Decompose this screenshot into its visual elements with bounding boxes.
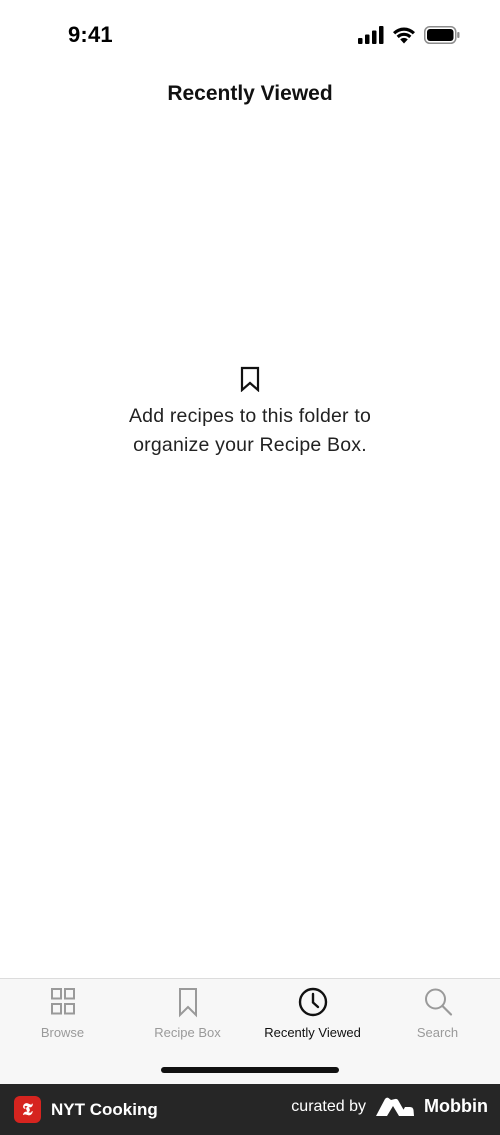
tabs: Browse Recipe Box Recently Viewed Search bbox=[0, 979, 500, 1049]
grid-icon bbox=[50, 988, 75, 1015]
tab-search-label: Search bbox=[416, 1025, 459, 1040]
cellular-signal-icon bbox=[358, 26, 384, 44]
wifi-icon bbox=[393, 27, 415, 44]
footer-curated: curated by Mobbin bbox=[291, 1096, 488, 1117]
brand-name: Mobbin bbox=[424, 1096, 488, 1116]
battery-icon bbox=[424, 26, 460, 44]
tab-recently-viewed[interactable]: Recently Viewed bbox=[250, 979, 375, 1049]
tab-recipe-box-label: Recipe Box bbox=[154, 1025, 221, 1040]
mobbin-logo-icon bbox=[376, 1097, 415, 1116]
nyt-cooking-logo-icon: 𝕿 bbox=[14, 1096, 41, 1123]
tab-browse[interactable]: Browse bbox=[0, 979, 125, 1049]
empty-state-line-2: organize your Recipe Box. bbox=[133, 434, 367, 456]
tab-recipe-box[interactable]: Recipe Box bbox=[125, 979, 250, 1049]
empty-state-message: Add recipes to this folder to organize y… bbox=[0, 402, 500, 460]
tab-recently-viewed-label: Recently Viewed bbox=[264, 1025, 361, 1040]
clock-icon bbox=[298, 987, 327, 1017]
footer-app: 𝕿 NYT Cooking bbox=[14, 1096, 158, 1123]
bookmark-icon bbox=[240, 366, 260, 392]
page-title: Recently Viewed bbox=[167, 82, 333, 105]
tab-bar: Browse Recipe Box Recently Viewed Search bbox=[0, 978, 500, 1084]
tab-search[interactable]: Search bbox=[375, 979, 500, 1049]
empty-state: Add recipes to this folder to organize y… bbox=[0, 366, 500, 460]
status-time: 9:41 bbox=[68, 22, 113, 47]
empty-state-line-1: Add recipes to this folder to bbox=[128, 405, 372, 427]
tab-browse-label: Browse bbox=[40, 1025, 85, 1040]
curated-by-text: curated by bbox=[291, 1097, 367, 1115]
status-icons bbox=[358, 26, 460, 44]
search-icon bbox=[424, 988, 452, 1016]
status-bar: 9:41 bbox=[0, 0, 500, 72]
screen: 9:41 Recently Viewed Add recipes to this… bbox=[0, 0, 500, 1135]
footer-bar: 𝕿 NYT Cooking curated by Mobbin bbox=[0, 1084, 500, 1135]
bookmark-icon bbox=[178, 988, 197, 1018]
home-indicator bbox=[161, 1067, 339, 1073]
app-name: NYT Cooking bbox=[51, 1099, 158, 1119]
